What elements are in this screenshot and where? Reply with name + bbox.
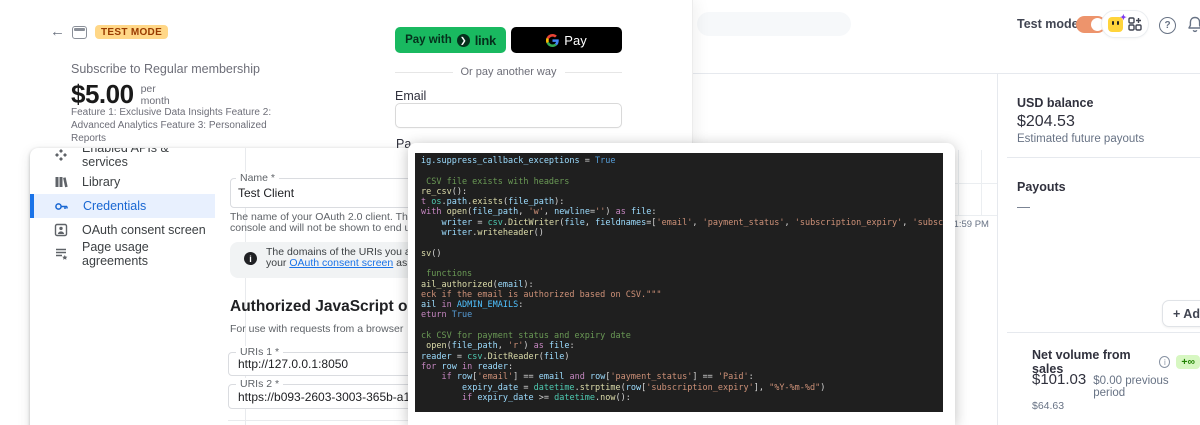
screen: Test mode ✦ ? 11:59 PM USD balance $204.… (0, 0, 1200, 425)
sidebar-item-oauth-consent[interactable]: OAuth consent screen (30, 218, 215, 242)
test-mode-label: Test mode (1017, 17, 1079, 31)
header-icon-pill: ✦ (1101, 10, 1149, 38)
divider (1007, 157, 1200, 158)
apps-grid-plus-icon[interactable] (1128, 17, 1143, 31)
payouts-title: Payouts (1017, 180, 1066, 194)
uri2-label: URIs 2 * (236, 378, 284, 390)
google-pay-button[interactable]: Pay (511, 27, 622, 53)
apis-icon (55, 149, 67, 161)
notifications-bell-icon[interactable] (1187, 16, 1200, 33)
info-icon: i (244, 252, 257, 265)
key-icon (55, 202, 68, 210)
sidebar-item-page-usage-agreements[interactable]: Page usage agreements (30, 240, 215, 268)
growth-badge: +∞ (1176, 355, 1200, 369)
test-mode-badge: TEST MODE (95, 25, 169, 39)
agreements-icon (56, 248, 68, 260)
sidebar-item-library[interactable]: Library (30, 170, 215, 194)
email-input[interactable] (395, 103, 622, 128)
payouts-empty-value: — (1017, 199, 1030, 214)
link-brand-label: link (474, 32, 497, 48)
code-editor-window: ig.suppress_callback_exceptions = True C… (408, 143, 955, 425)
code-area[interactable]: ig.suppress_callback_exceptions = True C… (415, 153, 943, 412)
uri1-value: http://127.0.0.1:8050 (238, 357, 349, 371)
link-logo-icon: ❯ (456, 33, 470, 47)
google-g-icon (546, 33, 560, 47)
usd-balance-title: USD balance (1017, 96, 1094, 110)
help-icon[interactable]: ? (1159, 17, 1176, 34)
consent-screen-icon (54, 223, 68, 237)
sidebar-divider (997, 73, 998, 425)
usd-balance-amount: $204.53 (1017, 113, 1075, 130)
header-divider (693, 73, 1200, 74)
chart-axis-value: $64.63 (1032, 400, 1065, 412)
client-name-label: Name * (236, 172, 280, 184)
net-volume-amount: $101.03 (1032, 371, 1087, 388)
chart-gridline (955, 183, 997, 184)
feature-list: Feature 1: Exclusive Data Insights Featu… (71, 107, 272, 144)
back-arrow-icon[interactable]: ← (50, 23, 65, 40)
info-icon[interactable]: i (1159, 356, 1171, 368)
or-divider: Or pay another way (395, 66, 622, 78)
client-name-value: Test Client (238, 186, 295, 200)
add-button[interactable]: + Ad (1162, 300, 1200, 327)
divider (1007, 332, 1200, 333)
net-volume-comparison: $0.00 previous period (1093, 375, 1169, 399)
pay-with-link-button[interactable]: Pay with ❯ link (395, 27, 506, 53)
chart-axis-line (955, 215, 997, 216)
origins-subtitle: For use with requests from a browser (230, 323, 404, 335)
email-label: Email (395, 89, 427, 103)
merchant-icon (72, 26, 87, 39)
divider (228, 420, 438, 421)
sidebar-item-enabled-apis[interactable]: Enabled APIs & services (30, 148, 215, 169)
gpay-label: Pay (564, 32, 587, 48)
oauth-consent-link[interactable]: OAuth consent screen (289, 257, 393, 269)
sidebar-item-credentials[interactable]: Credentials (30, 194, 215, 218)
search-input[interactable] (697, 12, 851, 36)
estimated-payouts-label: Estimated future payouts (1017, 133, 1145, 145)
name-helper-line2: console and will not be shown to end use… (230, 222, 434, 234)
assistant-icon[interactable]: ✦ (1107, 13, 1127, 32)
library-icon (55, 177, 68, 188)
subscription-title: Subscribe to Regular membership (71, 62, 260, 76)
net-volume-amounts: $101.03 $0.00 previous period (1032, 371, 1200, 399)
